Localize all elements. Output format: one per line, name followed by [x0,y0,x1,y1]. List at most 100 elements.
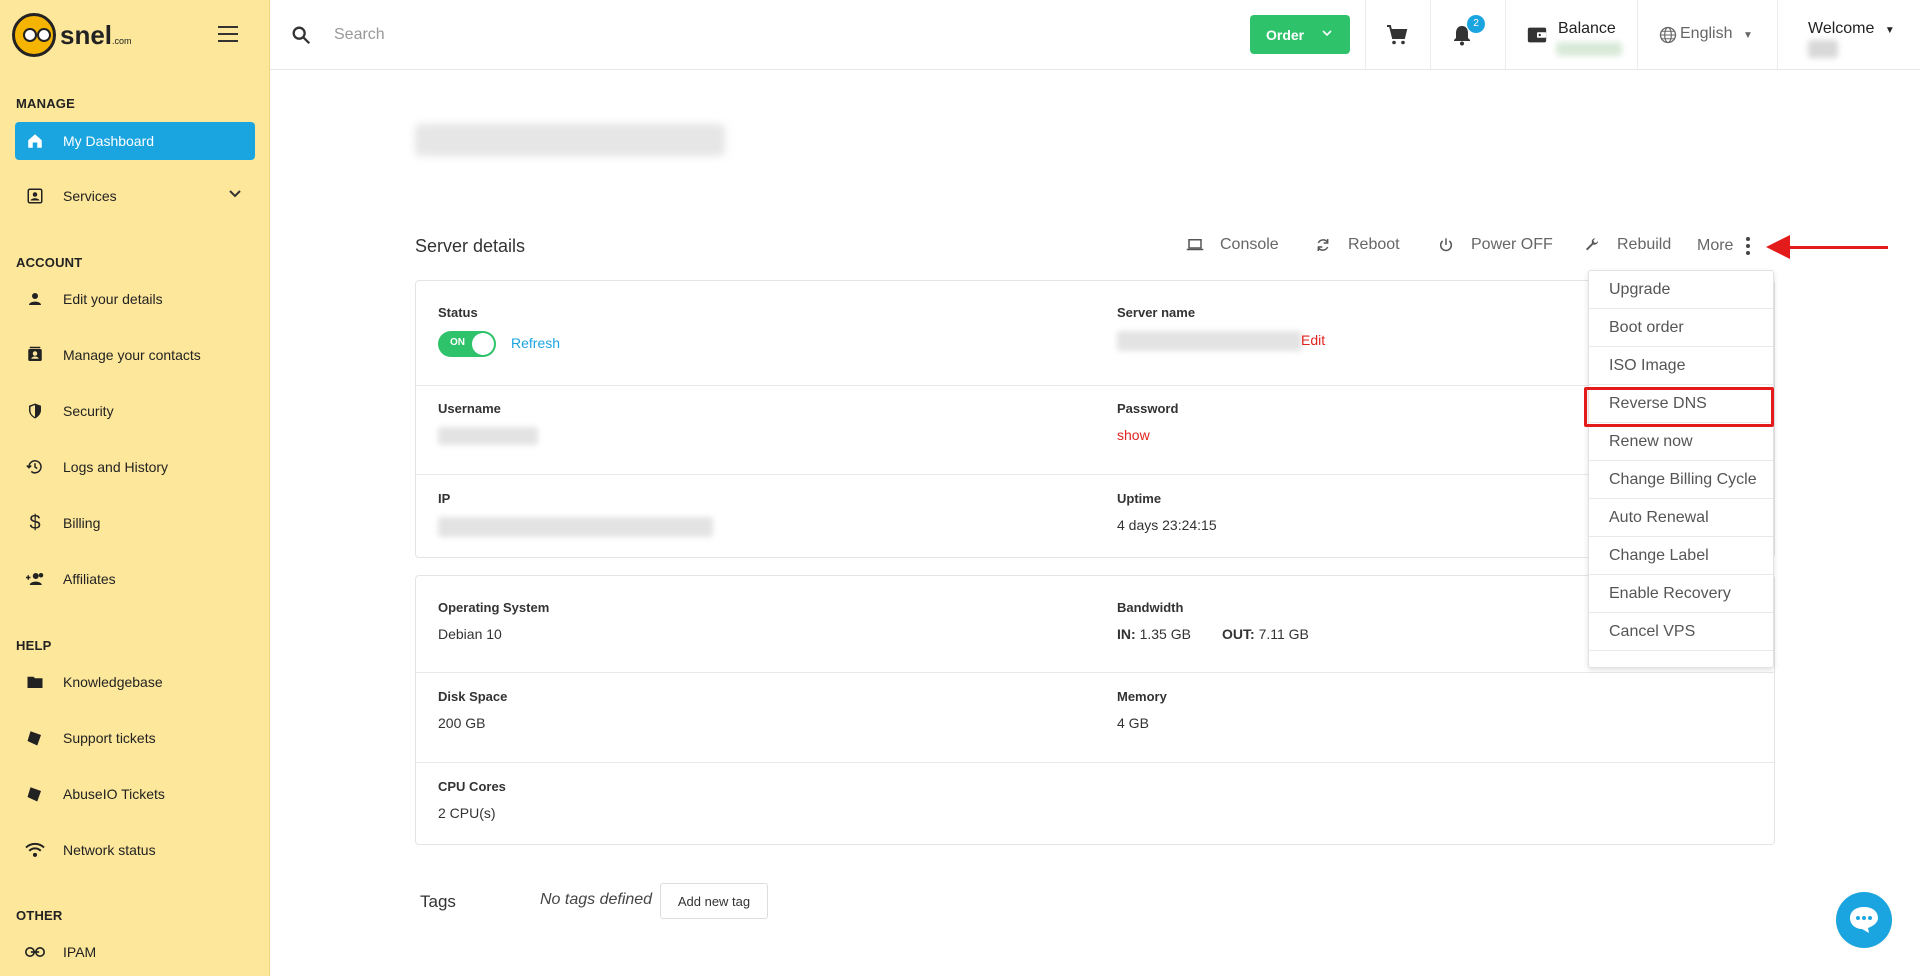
status-label: Status [438,305,478,320]
sidebar-item-label: Network status [63,842,156,858]
menu-item-change-label[interactable]: Change Label [1589,537,1773,575]
chevron-down-icon[interactable] [229,188,241,203]
toggle-text: ON [450,337,465,348]
hamburger-menu-icon[interactable] [218,26,238,42]
username-label: Username [438,401,501,416]
more-button[interactable]: More [1697,236,1751,256]
status-toggle[interactable]: ON [438,331,496,357]
divider [1637,0,1638,70]
menu-item-cancel-vps[interactable]: Cancel VPS [1589,613,1773,651]
link-icon [25,942,45,962]
power-icon [1437,236,1455,254]
caret-down-icon: ▼ [1742,30,1753,41]
ip-label: IP [438,491,451,506]
sidebar-item-network[interactable]: Network status [15,831,255,869]
divider [1430,0,1431,70]
balance-label[interactable]: Balance [1558,20,1616,38]
no-tags-text: No tags defined [540,891,653,908]
username-redacted [1808,40,1838,58]
sidebar-item-contacts[interactable]: Manage your contacts [15,336,255,374]
menu-item-iso-image[interactable]: ISO Image [1589,347,1773,385]
sidebar-item-label: My Dashboard [63,133,155,149]
menu-item-boot-order[interactable]: Boot order [1589,309,1773,347]
server-info-card: Status ON Refresh Server name Edit Usern… [415,280,1775,558]
globe-icon [1658,25,1678,45]
section-manage: MANAGE [16,96,75,111]
sidebar-item-services[interactable]: Services [15,177,255,215]
divider [1777,0,1778,70]
divider [1365,0,1366,70]
sidebar-item-billing[interactable]: $ Billing [15,504,255,542]
sidebar-item-affiliates[interactable]: Affiliates [15,560,255,598]
reboot-label: Reboot [1348,236,1400,253]
notification-badge: 2 [1467,15,1485,33]
edit-server-name-link[interactable]: Edit [1301,332,1325,348]
refresh-link[interactable]: Refresh [511,335,560,351]
chat-bubble-icon[interactable] [1836,892,1892,948]
sidebar-item-label: Manage your contacts [63,347,201,363]
account-box-icon [25,186,45,206]
top-bar: Order 2 Balance English ▼ Welcome ▼ [270,0,1920,70]
wrench-icon [1583,236,1601,254]
section-account: ACCOUNT [16,255,83,270]
ip-redacted [438,517,713,537]
shield-icon [25,401,45,421]
memory-value: 4 GB [1117,715,1149,731]
logo[interactable]: snel.com [0,0,269,70]
sidebar-item-ipam[interactable]: IPAM [15,933,255,971]
sidebar-item-security[interactable]: Security [15,392,255,430]
menu-item-partial[interactable] [1589,651,1773,667]
sidebar-item-abuseio[interactable]: AbuseIO Tickets [15,775,255,813]
power-off-button[interactable]: Power OFF [1437,236,1553,254]
uptime-label: Uptime [1117,491,1162,506]
contacts-icon [25,345,45,365]
rebuild-label: Rebuild [1617,236,1672,253]
order-button[interactable]: Order [1250,15,1350,54]
section-other: OTHER [16,908,63,923]
sidebar-item-label: Security [63,403,114,419]
divider [416,474,1774,475]
dollar-icon: $ [29,511,41,534]
rebuild-button[interactable]: Rebuild [1583,236,1671,254]
server-name-label: Server name [1117,305,1196,320]
divider [416,385,1774,386]
menu-item-renew-now[interactable]: Renew now [1589,423,1773,461]
sidebar-item-edit-details[interactable]: Edit your details [15,280,255,318]
disk-label: Disk Space [438,689,508,704]
more-label: More [1697,237,1734,254]
menu-item-auto-renewal[interactable]: Auto Renewal [1589,499,1773,537]
console-label: Console [1220,236,1279,253]
folder-icon [25,672,45,692]
sidebar-item-label: IPAM [63,944,97,960]
chevron-down-icon [1322,29,1332,40]
cart-icon[interactable] [1385,23,1409,47]
more-vertical-icon [1745,236,1751,256]
sidebar-item-logs[interactable]: Logs and History [15,448,255,486]
menu-item-change-billing-cycle[interactable]: Change Billing Cycle [1589,461,1773,499]
menu-item-upgrade[interactable]: Upgrade [1589,271,1773,309]
add-tag-button[interactable]: Add new tag [660,883,768,919]
more-dropdown-menu: Upgrade Boot order ISO Image Reverse DNS… [1588,270,1774,668]
server-specs-card: Operating System Debian 10 Bandwidth IN:… [415,575,1775,845]
sidebar-item-knowledgebase[interactable]: Knowledgebase [15,663,255,701]
uptime-value: 4 days 23:24:15 [1117,517,1217,533]
language-selector[interactable]: English ▼ [1680,25,1753,43]
menu-item-enable-recovery[interactable]: Enable Recovery [1589,575,1773,613]
cpu-label: CPU Cores [438,779,506,794]
sidebar-item-dashboard[interactable]: My Dashboard [15,122,255,160]
console-button[interactable]: Console [1186,236,1279,254]
ticket-icon [25,784,45,804]
tags-label: Tags [420,892,456,911]
search-input[interactable] [334,22,934,48]
user-menu[interactable]: Welcome ▼ [1808,20,1895,38]
sidebar-item-label: Services [63,188,117,204]
sidebar-item-support[interactable]: Support tickets [15,719,255,757]
show-password-link[interactable]: show [1117,427,1150,443]
balance-value-redacted [1556,42,1622,56]
search-icon[interactable] [290,24,312,46]
arrow-annotation-line [1786,246,1888,249]
page-title-redacted [415,124,725,156]
sidebar-item-label: Logs and History [63,459,169,475]
person-icon [25,289,45,309]
reboot-button[interactable]: Reboot [1314,236,1400,254]
